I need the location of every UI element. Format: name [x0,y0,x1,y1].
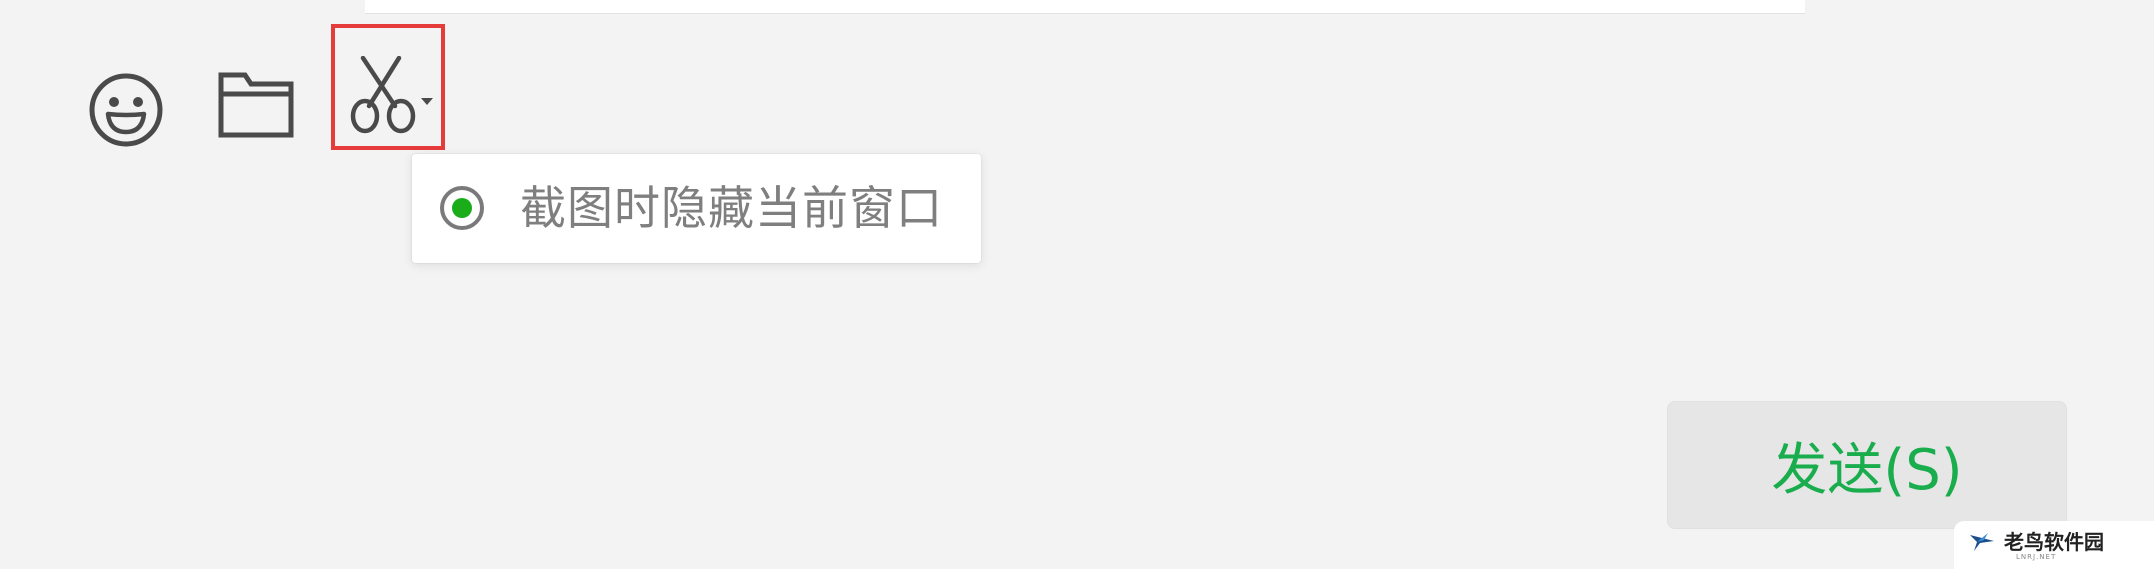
watermark-subtext: LNRJ.NET [2016,553,2057,561]
watermark-text: 老鸟软件园 [2004,530,2104,554]
folder-icon[interactable] [218,72,294,138]
send-button[interactable]: 发送(S) [1667,401,2067,529]
screenshot-options-menu: 截图时隐藏当前窗口 [412,154,981,263]
screenshot-button[interactable] [331,24,445,150]
bird-logo-icon [1970,533,1994,551]
smiley-face-icon[interactable] [88,72,164,148]
hide-window-radio[interactable] [440,186,484,230]
site-watermark: 老鸟软件园 LNRJ.NET [1954,521,2154,569]
caret-down-icon [421,98,433,105]
radio-selected-dot [452,198,472,218]
hide-window-option-label[interactable]: 截图时隐藏当前窗口 [520,182,943,234]
message-input-bottom-edge [365,0,1805,14]
scissors-icon [350,56,433,134]
